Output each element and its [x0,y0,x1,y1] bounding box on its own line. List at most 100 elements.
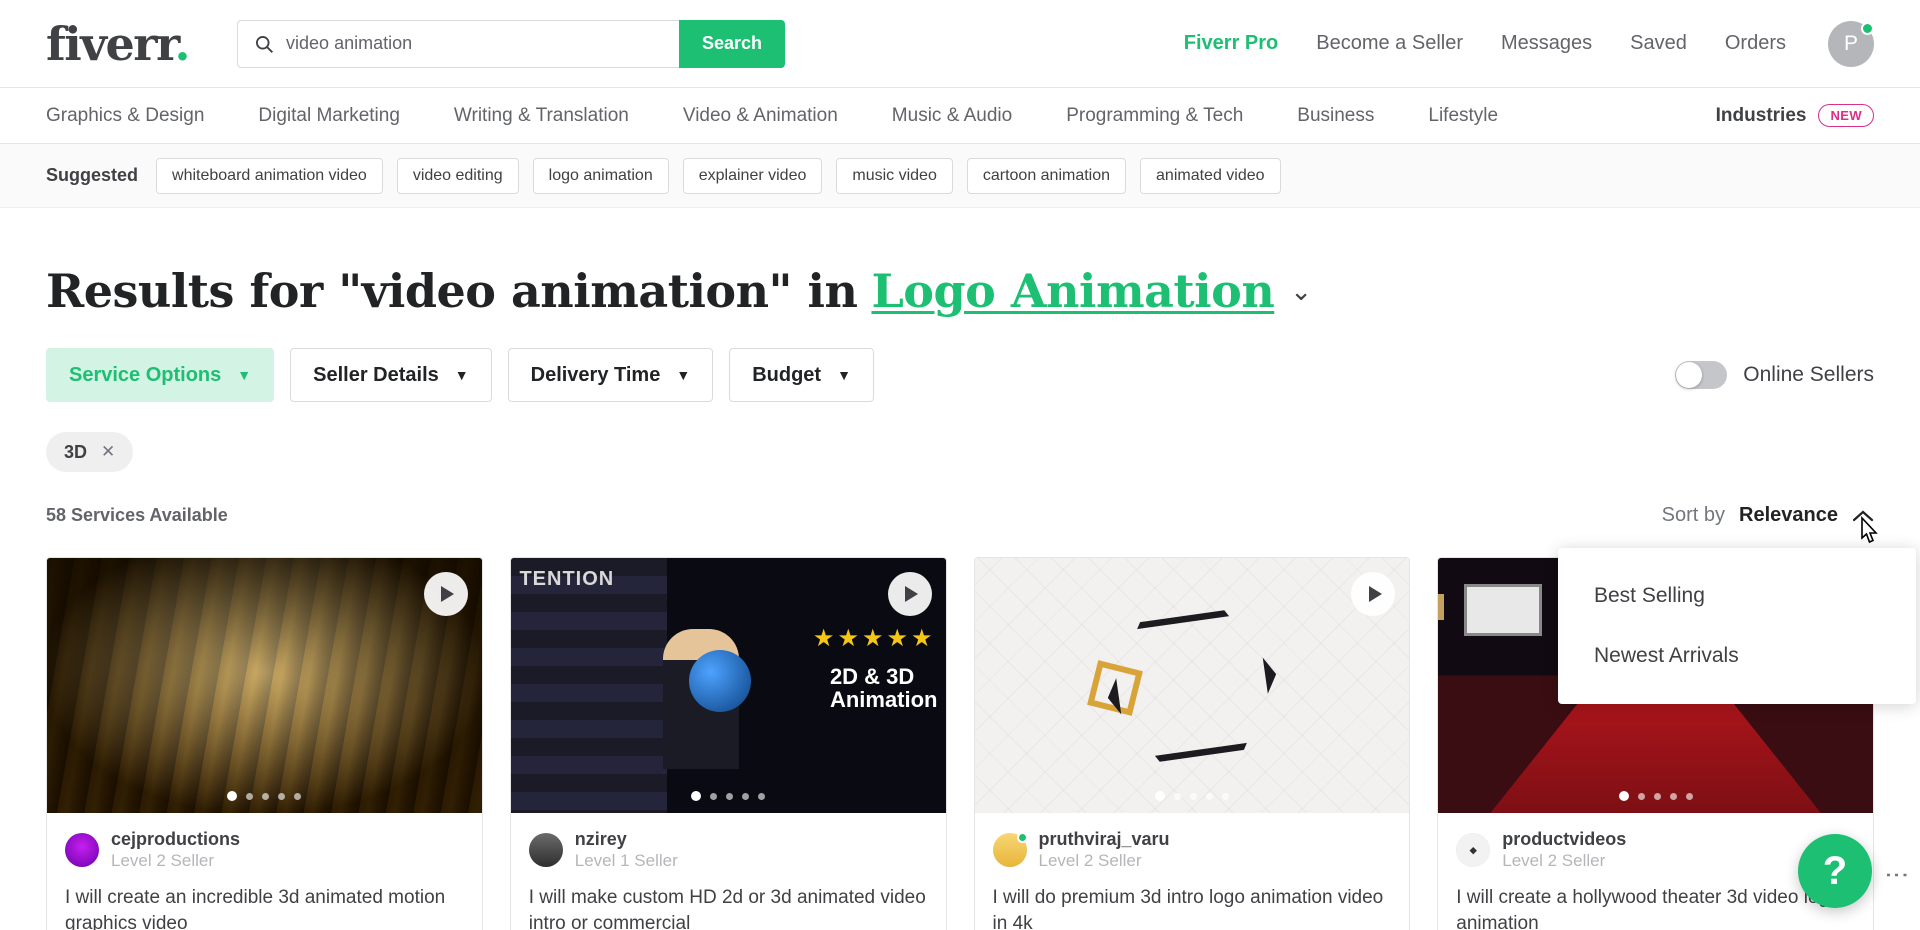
suggested-tag-animated-video[interactable]: animated video [1140,157,1281,194]
nav-become-a-seller[interactable]: Become a Seller [1316,32,1463,55]
carousel-dot[interactable] [262,792,270,800]
carousel-dot[interactable] [246,792,254,800]
carousel-dots[interactable] [1438,791,1873,801]
carousel-dot[interactable] [294,792,302,800]
filter-service-options-label: Service Options [69,363,222,386]
carousel-dot[interactable] [758,792,766,800]
search-button[interactable]: Search [679,19,786,68]
filter-seller-details-label: Seller Details [313,363,439,386]
gig-card-body: cejproductions Level 2 Seller I will cre… [47,813,482,930]
category-business[interactable]: Business [1297,105,1374,127]
gig-card[interactable]: TENTION ★★★★★ 2D & 3D Animation nzirey L… [509,557,947,930]
category-writing-translation[interactable]: Writing & Translation [454,105,629,127]
carousel-dot[interactable] [1173,792,1181,800]
kebab-menu-icon[interactable]: ⋮ [1883,863,1910,888]
search-input-wrapper[interactable] [237,19,680,68]
carousel-dot[interactable] [691,791,702,801]
category-industries[interactable]: Industries NEW [1716,104,1874,127]
filter-budget[interactable]: Budget ▼ [729,348,874,402]
carousel-dot[interactable] [726,792,734,800]
gig-card[interactable]: pruthviraj_varu Level 2 Seller I will do… [973,557,1411,930]
category-video-animation[interactable]: Video & Animation [683,105,838,127]
suggested-tag-cartoon-animation[interactable]: cartoon animation [966,157,1127,194]
carousel-dot[interactable] [1637,792,1645,800]
chevron-down-icon: ▼ [237,367,252,383]
carousel-dot[interactable] [227,791,238,801]
gig-title[interactable]: I will create a hollywood theater 3d vid… [1456,885,1855,930]
active-filter-3d[interactable]: 3D ✕ [46,432,134,472]
online-sellers-switch[interactable] [1675,361,1728,389]
carousel-dots[interactable] [975,791,1410,801]
gig-seller[interactable]: ◆ productvideos Level 2 Seller [1456,829,1855,871]
gig-title[interactable]: I will create an incredible 3d animated … [65,885,464,930]
chevron-down-icon: ▼ [837,367,851,383]
chevron-up-icon[interactable] [1852,509,1874,523]
carousel-dot[interactable] [1221,792,1229,800]
suggested-tag-explainer-video[interactable]: explainer video [682,157,823,194]
seller-avatar: ◆ [1456,833,1491,868]
category-programming-tech[interactable]: Programming & Tech [1066,105,1243,127]
gig-seller[interactable]: cejproductions Level 2 Seller [65,829,464,871]
search-bar: Search [237,19,786,68]
carousel-dot[interactable] [742,792,750,800]
close-icon[interactable]: ✕ [101,442,115,462]
filter-bar: Service Options ▼ Seller Details ▼ Deliv… [46,348,1874,402]
header-nav: Fiverr Pro Become a Seller Messages Save… [1184,20,1874,67]
sort-by-value[interactable]: Relevance [1739,504,1838,527]
category-music-audio[interactable]: Music & Audio [892,105,1012,127]
seller-name[interactable]: nzirey [575,829,678,850]
play-icon[interactable] [423,572,468,616]
seller-name[interactable]: pruthviraj_varu [1039,829,1170,850]
carousel-dot[interactable] [1189,792,1197,800]
help-button[interactable]: ? [1798,834,1872,908]
category-digital-marketing[interactable]: Digital Marketing [258,105,400,127]
play-icon[interactable] [887,572,932,616]
suggested-tag-whiteboard-animation-video[interactable]: whiteboard animation video [156,157,383,194]
user-avatar[interactable]: P [1828,20,1874,67]
play-icon[interactable] [1351,572,1396,616]
carousel-dot[interactable] [1205,792,1213,800]
gig-thumbnail[interactable]: TENTION ★★★★★ 2D & 3D Animation [510,558,946,813]
results-title-prefix: Results for "video animation" in [46,264,858,318]
gig-seller[interactable]: nzirey Level 1 Seller [528,829,928,871]
seller-name[interactable]: productvideos [1502,829,1626,850]
filter-service-options[interactable]: Service Options ▼ [46,348,275,402]
carousel-dot[interactable] [1669,792,1677,800]
seller-avatar-image [528,833,563,868]
sort-option-best-selling[interactable]: Best Selling [1558,566,1916,626]
carousel-dots[interactable] [511,791,946,801]
results-count-row: 58 Services Available Sort by Relevance … [46,504,1916,704]
category-graphics-design[interactable]: Graphics & Design [46,105,204,127]
sort-option-newest-arrivals[interactable]: Newest Arrivals [1558,626,1916,686]
seller-name[interactable]: cejproductions [111,829,240,850]
gig-thumbnail[interactable] [47,558,482,813]
category-lifestyle[interactable]: Lifestyle [1428,105,1498,127]
gig-seller[interactable]: pruthviraj_varu Level 2 Seller [992,829,1392,871]
nav-orders[interactable]: Orders [1725,32,1786,55]
nav-saved[interactable]: Saved [1630,32,1687,55]
suggested-tag-music-video[interactable]: music video [836,157,953,194]
fiverr-logo[interactable]: fiverr. [46,21,190,67]
carousel-dot[interactable] [1653,792,1661,800]
chevron-down-icon[interactable]: ⌄ [1290,276,1312,307]
nav-fiverr-pro[interactable]: Fiverr Pro [1184,32,1278,55]
carousel-dots[interactable] [47,791,482,801]
carousel-dot[interactable] [1618,791,1629,801]
carousel-dot[interactable] [1685,792,1693,800]
gig-title[interactable]: I will make custom HD 2d or 3d animated … [529,885,928,930]
gig-thumbnail-image [47,558,482,813]
search-input[interactable] [286,33,664,54]
carousel-dot[interactable] [710,792,718,800]
gig-card[interactable]: cejproductions Level 2 Seller I will cre… [46,557,483,930]
suggested-tag-video-editing[interactable]: video editing [396,157,519,194]
filter-delivery-time[interactable]: Delivery Time ▼ [507,348,714,402]
filter-seller-details[interactable]: Seller Details ▼ [290,348,492,402]
nav-messages[interactable]: Messages [1501,32,1592,55]
results-category-link[interactable]: Logo Animation [871,264,1274,318]
gig-thumbnail[interactable] [974,558,1410,813]
carousel-dot[interactable] [1154,791,1165,801]
carousel-dot[interactable] [278,792,286,800]
suggested-tag-logo-animation[interactable]: logo animation [532,157,669,194]
seller-online-dot [1016,832,1028,844]
gig-title[interactable]: I will do premium 3d intro logo animatio… [993,885,1392,930]
